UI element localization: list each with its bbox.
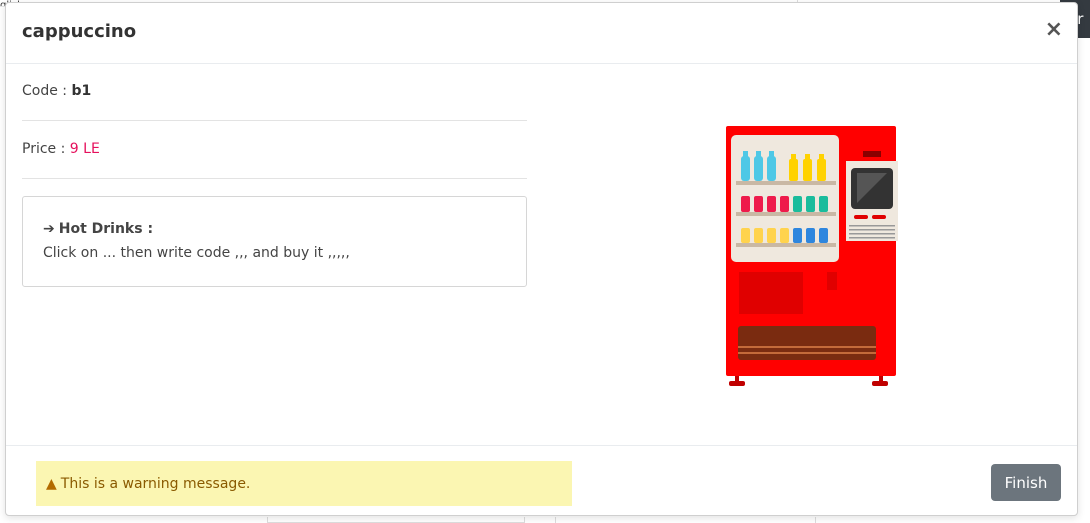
- background-divider: [815, 517, 816, 523]
- info-body: Click on ... then write code ,,, and buy…: [43, 245, 350, 261]
- background-card-edge: [267, 517, 525, 523]
- product-modal: cappuccino × Code : b1 Price : 9 LE ➔ Ho…: [5, 2, 1078, 516]
- code-label: Code :: [22, 83, 72, 99]
- close-icon[interactable]: ×: [1045, 19, 1063, 41]
- arrow-right-icon: ➔: [43, 221, 55, 237]
- info-title-text: Hot Drinks :: [58, 221, 154, 237]
- warning-alert: ▲ This is a warning message.: [36, 461, 572, 506]
- finish-button[interactable]: Finish: [991, 464, 1061, 501]
- warning-text: This is a warning message.: [60, 475, 251, 492]
- product-details: Code : b1 Price : 9 LE ➔ Hot Drinks : Cl…: [22, 63, 527, 287]
- warning-triangle-icon: ▲: [46, 475, 57, 492]
- price-label: Price :: [22, 141, 70, 157]
- info-card: ➔ Hot Drinks : Click on ... then write c…: [22, 196, 527, 287]
- info-title: ➔ Hot Drinks :: [43, 221, 506, 237]
- vending-machine-image: [725, 126, 903, 392]
- code-value: b1: [71, 83, 92, 99]
- modal-title: cappuccino: [22, 21, 137, 42]
- modal-footer: ▲ This is a warning message. Finish: [6, 445, 1077, 516]
- price-value: 9 LE: [69, 141, 100, 157]
- price-row: Price : 9 LE: [22, 121, 527, 179]
- modal-header: cappuccino ×: [6, 3, 1077, 64]
- background-divider: [555, 517, 556, 523]
- code-row: Code : b1: [22, 63, 527, 121]
